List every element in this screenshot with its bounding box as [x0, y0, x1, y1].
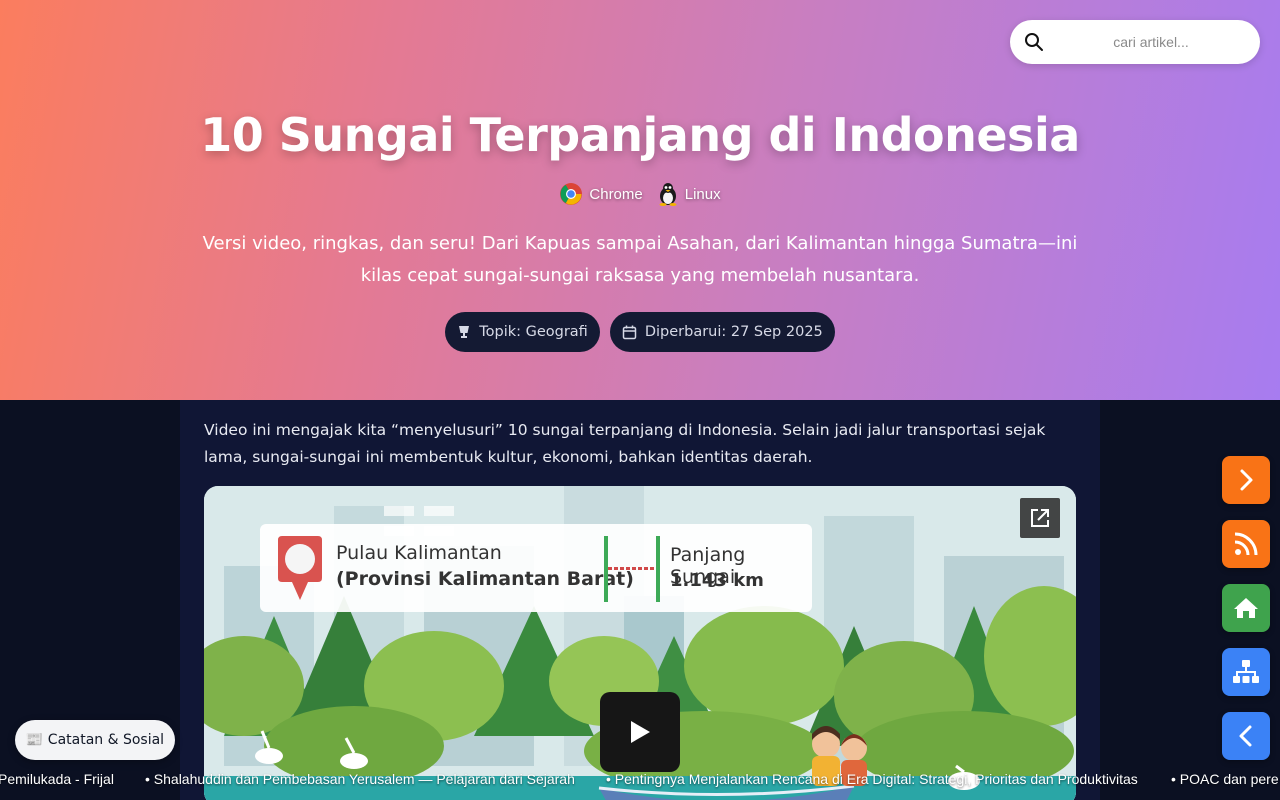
notes-social-button[interactable]: 📰 Catatan & Sosial	[15, 720, 175, 760]
news-ticker: Pemilukada - Frijal • Shalahuddin dan Pe…	[0, 768, 1280, 792]
video-player[interactable]: Pulau Kalimantan (Provinsi Kalimantan Ba…	[204, 486, 1076, 800]
search-icon	[1025, 33, 1043, 51]
ticker-item[interactable]: • POAC dan pere	[1171, 771, 1279, 787]
play-icon	[631, 721, 650, 743]
browser-list: Chrome Linux	[0, 182, 1280, 206]
video-location-line1: Pulau Kalimantan	[336, 542, 502, 564]
external-link-icon	[1031, 509, 1049, 527]
search-box[interactable]	[1010, 20, 1260, 64]
open-external-button[interactable]	[1020, 498, 1060, 538]
meta-badges: Topik: Geografi Diperbarui: 27 Sep 2025	[0, 312, 1280, 352]
linux-icon	[659, 183, 677, 206]
updated-badge-label: Diperbarui: 27 Sep 2025	[644, 324, 823, 340]
page-subtitle: Versi video, ringkas, dan seru! Dari Kap…	[202, 233, 1078, 286]
updated-badge: Diperbarui: 27 Sep 2025	[609, 312, 835, 352]
video-info-card: Pulau Kalimantan (Provinsi Kalimantan Ba…	[260, 524, 812, 612]
sitemap-button[interactable]	[1222, 648, 1270, 696]
calendar-icon	[622, 325, 637, 339]
search-input[interactable]	[1054, 28, 1248, 56]
sitemap-icon	[1233, 660, 1259, 683]
chevron-right-icon	[1240, 469, 1253, 491]
browser-item-linux: Linux	[657, 182, 721, 206]
notes-social-label: 📰 Catatan & Sosial	[25, 732, 165, 748]
rss-button[interactable]	[1222, 520, 1270, 568]
cup-icon	[459, 326, 470, 338]
browser-label: Linux	[684, 185, 721, 203]
ticker-item[interactable]: • Shalahuddin dan Pembebasan Yerusalem —…	[145, 771, 575, 787]
next-article-button[interactable]	[1222, 456, 1270, 504]
length-marker-line	[608, 567, 656, 570]
home-icon	[1234, 598, 1258, 618]
previous-article-button[interactable]	[1222, 712, 1270, 760]
video-length-value: 1.143 km	[670, 570, 764, 591]
play-button[interactable]	[600, 692, 680, 772]
ticker-item[interactable]: • Pentingnya Menjalankan Rencana di Era …	[606, 771, 1138, 787]
article-intro: Video ini mengajak kita “menyelusuri” 10…	[204, 421, 1046, 466]
ticker-item[interactable]: Pemilukada - Frijal	[0, 771, 114, 787]
page-title: 10 Sungai Terpanjang di Indonesia	[200, 108, 1080, 162]
rss-icon	[1234, 532, 1258, 556]
topic-badge[interactable]: Topik: Geografi	[445, 312, 600, 352]
topic-badge-label: Topik: Geografi	[479, 324, 588, 340]
home-button[interactable]	[1222, 584, 1270, 632]
chevron-left-icon	[1239, 725, 1252, 747]
browser-label: Chrome	[589, 185, 643, 203]
chrome-icon	[560, 183, 583, 205]
video-location-line2: (Provinsi Kalimantan Barat)	[336, 568, 634, 590]
map-pin-icon	[278, 536, 322, 600]
length-marker-right	[656, 536, 660, 602]
browser-item-chrome: Chrome	[559, 182, 643, 206]
